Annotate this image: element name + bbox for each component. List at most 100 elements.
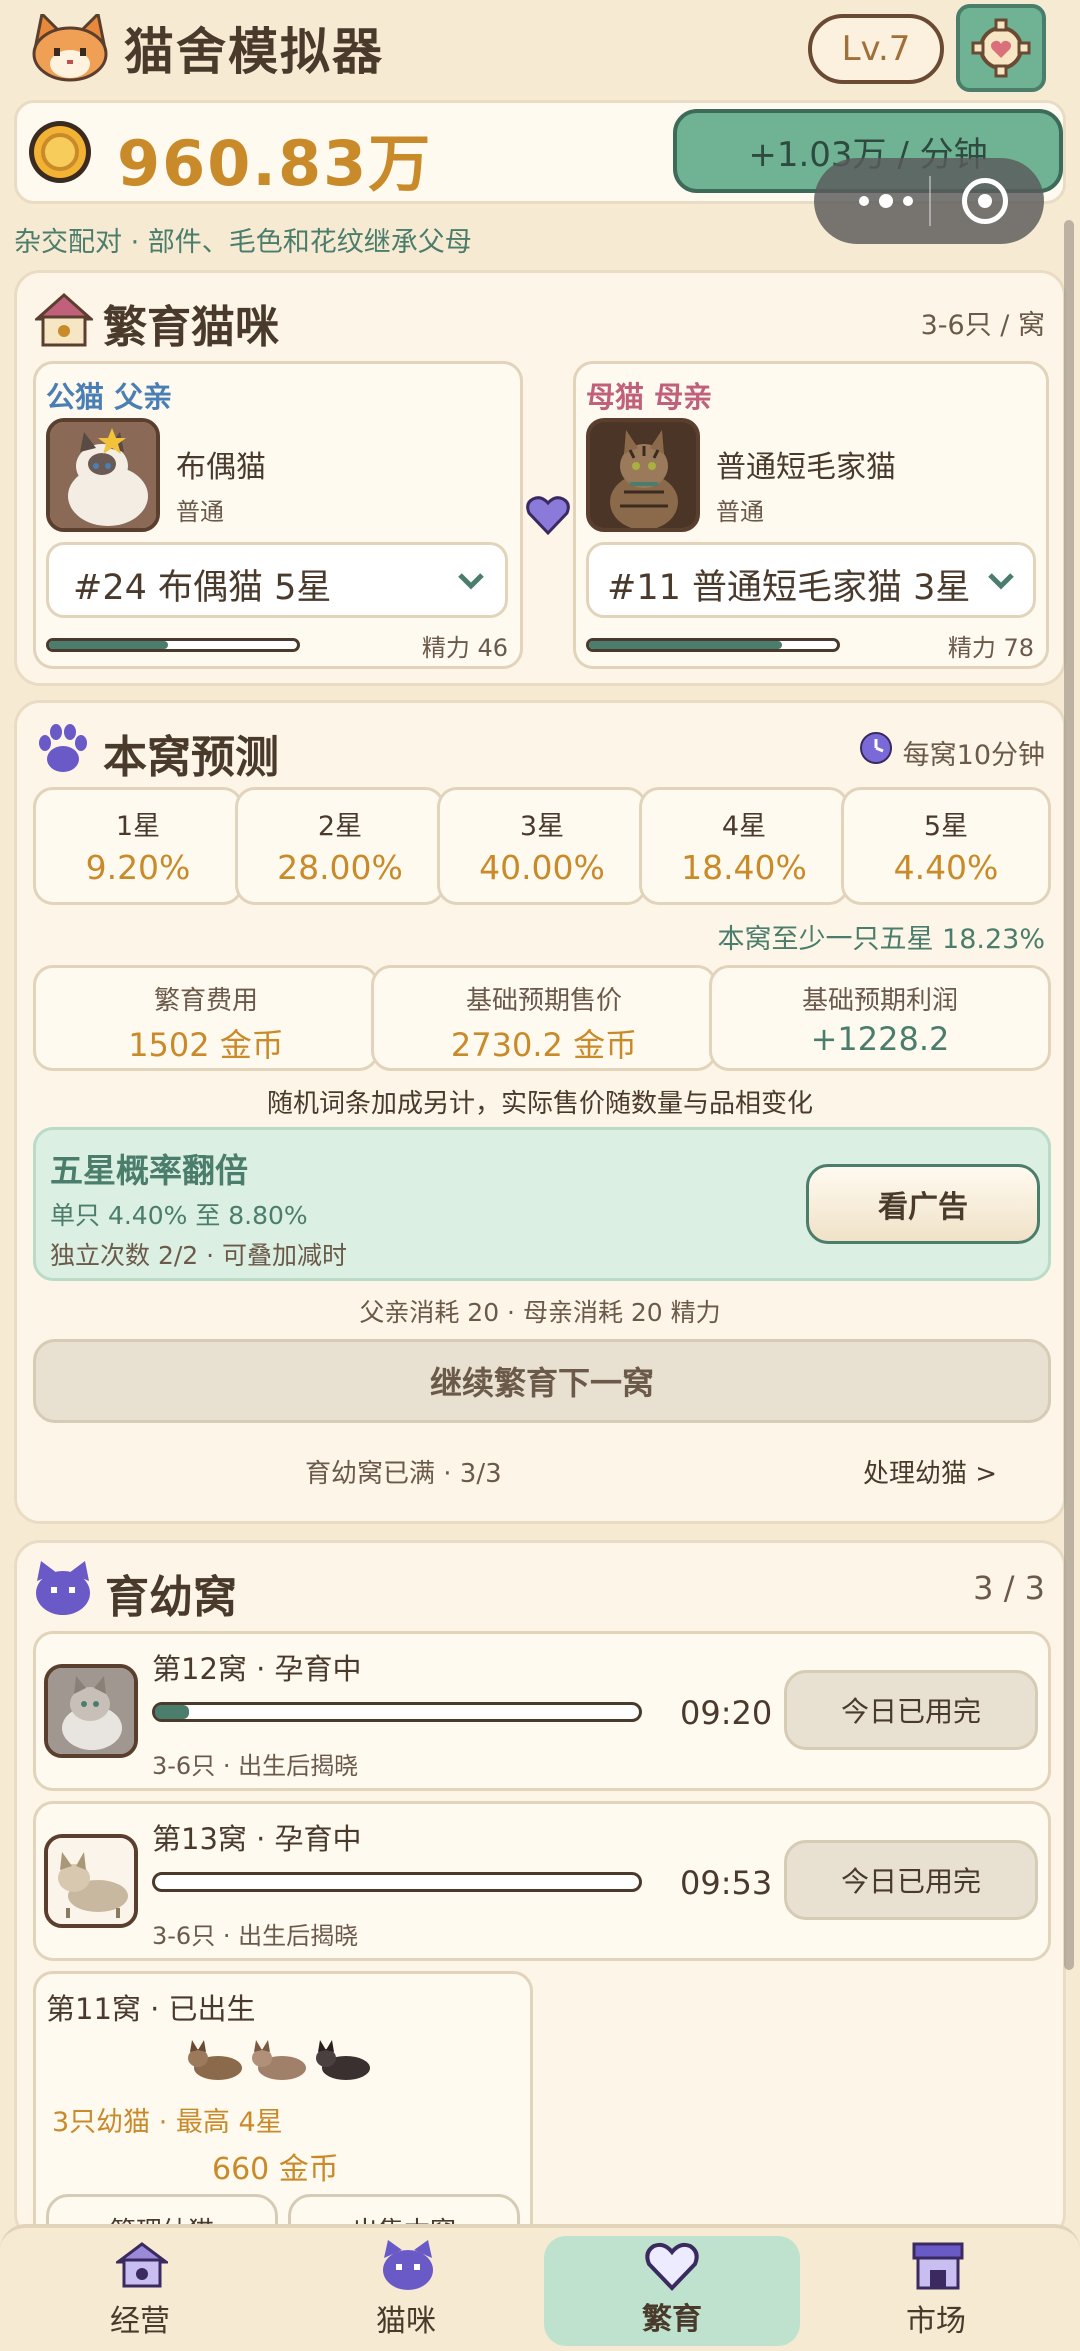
kitten-sprites (186, 2034, 386, 2090)
chevron-down-icon (458, 573, 484, 590)
heart-icon (645, 2242, 699, 2291)
economics-row: 繁育费用 1502 金币 基础预期售价 2730.2 金币 基础预期利润 +12… (33, 965, 1051, 1071)
mother-breed: 普通短毛家猫 (716, 450, 896, 485)
nursery-title: 育幼窝 (105, 1572, 237, 1623)
economics-cell: 繁育费用 1502 金币 (33, 965, 379, 1071)
more-icon[interactable] (844, 186, 928, 216)
star-label: 4星 (721, 811, 767, 842)
litter-card: 第13窝 · 孕育中 09:53 3-6只 · 出生后揭晓 今日已用完 (33, 1801, 1051, 1961)
house-icon (35, 293, 93, 347)
settings-button[interactable] (956, 4, 1046, 92)
coin-balance: 960.83万 (117, 127, 433, 200)
kitten-sprite-1 (188, 2040, 242, 2080)
scrollbar[interactable] (1064, 220, 1074, 1970)
promo-line1: 单只 4.40% 至 8.80% (50, 1201, 308, 1230)
litter-range: 3-6只 / 窝 (920, 310, 1045, 341)
father-rarity: 普通 (176, 498, 224, 526)
heart-pair-icon (526, 496, 570, 536)
star-odds-cell: 4星 18.40% (639, 787, 849, 905)
kitten-sprite-2 (252, 2040, 306, 2080)
app-title: 猫舍模拟器 (124, 23, 384, 81)
kitten-sprite-3 (316, 2040, 370, 2080)
header: 猫舍模拟器 Lv.7 (0, 0, 1080, 96)
speedup-button[interactable]: 今日已用完 (784, 1670, 1038, 1750)
star-value: 28.00% (277, 848, 403, 887)
father-select[interactable]: #24 布偶猫 5星 (46, 542, 508, 618)
star-value: 40.00% (479, 848, 605, 887)
promo-line2: 独立次数 2/2 · 可叠加减时 (50, 1241, 348, 1270)
litter-title: 第12窝 · 孕育中 (152, 1652, 362, 1686)
litter-progress-bar (152, 1872, 642, 1892)
coin-icon (29, 121, 91, 183)
economics-label: 基础预期售价 (465, 986, 622, 1016)
born-value: 660 金币 (212, 2152, 339, 2187)
tab-label: 经营 (110, 2304, 170, 2339)
mother-energy: 精力 78 (947, 634, 1034, 662)
cost-note: 父亲消耗 20 · 母亲消耗 20 精力 (359, 1298, 721, 1327)
level-badge[interactable]: Lv.7 (808, 14, 944, 84)
star-label: 3星 (519, 811, 565, 842)
litter-card: 第12窝 · 孕育中 09:20 3-6只 · 出生后揭晓 今日已用完 (33, 1631, 1051, 1791)
nursery-full-status: 育幼窝已满 · 3/3 (305, 1459, 502, 1489)
tab-cats[interactable]: 猫咪 (326, 2238, 486, 2348)
breeding-title: 繁育猫咪 (103, 302, 279, 353)
star-odds-cell: 3星 40.00% (437, 787, 647, 905)
mother-select-value: #11 普通短毛家猫 3星 (607, 568, 971, 608)
continue-breeding-button[interactable]: 继续繁育下一窝 (33, 1339, 1051, 1423)
litter-cat-avatar (44, 1664, 138, 1758)
tab-breeding[interactable]: 繁育 (544, 2236, 800, 2346)
star-label: 5星 (923, 811, 969, 842)
economics-cell: 基础预期利润 +1228.2 (709, 965, 1051, 1071)
market-icon (912, 2242, 964, 2290)
mother-energy-bar (586, 638, 840, 652)
father-cat-avatar (46, 418, 160, 532)
economics-value: +1228.2 (810, 1020, 950, 1058)
five-star-note: 本窝至少一只五星 18.23% (717, 924, 1045, 955)
litter-meta: 3-6只 · 出生后揭晓 (152, 1752, 359, 1780)
close-miniprogram-icon[interactable] (962, 178, 1008, 224)
tab-label: 市场 (906, 2304, 966, 2339)
miniprogram-capsule[interactable] (814, 158, 1044, 244)
litter-meta: 3-6只 · 出生后揭晓 (152, 1922, 359, 1950)
subtitle: 杂交配对 · 部件、毛色和花纹继承父母 (14, 227, 472, 258)
handle-kittens-link[interactable]: 处理幼猫 > (863, 1453, 997, 1490)
tab-operate[interactable]: 经营 (60, 2238, 220, 2348)
father-select-value: #24 布偶猫 5星 (73, 568, 332, 608)
paw-icon (39, 724, 87, 772)
mother-select[interactable]: #11 普通短毛家猫 3星 (586, 542, 1036, 618)
litter-progress-fill (155, 1705, 189, 1719)
economics-label: 基础预期利润 (801, 986, 958, 1016)
mother-role: 母猫 母亲 (586, 380, 713, 414)
father-energy-bar (46, 638, 300, 652)
economics-cell: 基础预期售价 2730.2 金币 (371, 965, 717, 1071)
cat-logo-icon (32, 14, 108, 82)
father-breed: 布偶猫 (176, 450, 266, 485)
born-title: 第11窝 · 已出生 (46, 1992, 256, 2026)
star-odds-cell: 2星 28.00% (235, 787, 445, 905)
nursery-card: 育幼窝 3 / 3 第12窝 · 孕育中 09:20 3-6只 · 出生后揭晓 … (14, 1540, 1066, 2271)
father-role: 公猫 父亲 (46, 380, 173, 414)
cat-face-icon (36, 1561, 90, 1615)
star-label: 2星 (317, 811, 363, 842)
litter-progress-bar (152, 1702, 642, 1722)
watch-ad-button[interactable]: 看广告 (806, 1164, 1040, 1244)
mother-cat-avatar (586, 418, 700, 532)
star-odds-cell: 1星 9.20% (33, 787, 243, 905)
star-value: 9.20% (85, 848, 191, 887)
gear-icon (971, 18, 1031, 78)
breeding-card: 繁育猫咪 3-6只 / 窝 公猫 父亲 布偶猫 普通 #24 布偶猫 5星 精力… (14, 270, 1066, 686)
promo-title: 五星概率翻倍 (50, 1151, 248, 1190)
mother-energy-fill (589, 641, 783, 649)
star-label: 1星 (115, 811, 161, 842)
speedup-button[interactable]: 今日已用完 (784, 1840, 1038, 1920)
cat-face-icon (383, 2240, 433, 2290)
tab-label: 繁育 (642, 2302, 702, 2337)
father-card: 公猫 父亲 布偶猫 普通 #24 布偶猫 5星 精力 46 (33, 361, 523, 669)
clock-icon (860, 732, 892, 764)
prediction-card: 本窝预测 每窝10分钟 1星 9.20% 2星 28.00% 3星 40.00%… (14, 700, 1066, 1524)
prediction-title: 本窝预测 (103, 732, 279, 783)
litter-title: 第13窝 · 孕育中 (152, 1822, 362, 1856)
shop-icon (116, 2242, 168, 2288)
father-energy: 精力 46 (421, 634, 508, 662)
tab-market[interactable]: 市场 (856, 2238, 1016, 2348)
